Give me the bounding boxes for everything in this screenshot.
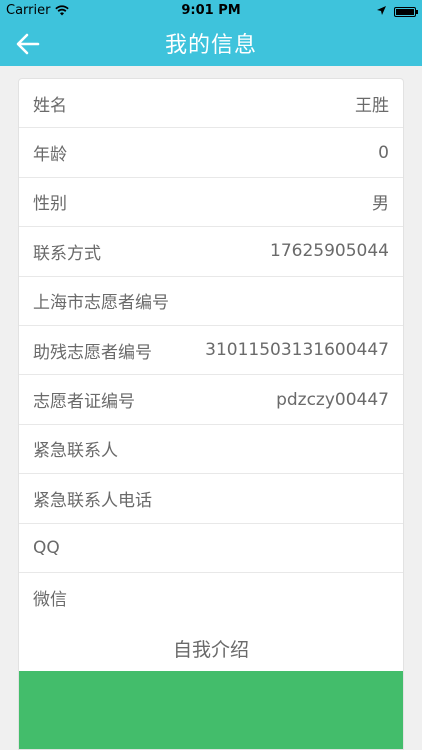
status-right [377,4,418,19]
row-value: 17625905044 [270,241,389,262]
row-label: 上海市志愿者编号 [33,293,169,314]
nav-bar: 我的信息 [0,22,422,66]
row-label: 紧急联系人 [33,441,118,462]
info-row-name[interactable]: 姓名 王胜 [19,79,403,129]
row-label: 微信 [33,590,67,611]
info-row-volunteer-card-id[interactable]: 志愿者证编号 pdzczy00447 [19,375,403,425]
info-row-age[interactable]: 年龄 0 [19,128,403,178]
row-value: 31011503131600447 [205,340,389,361]
info-row-gender[interactable]: 性别 男 [19,178,403,228]
info-row-qq[interactable]: QQ [19,524,403,573]
row-label: 助残志愿者编号 [33,342,152,363]
info-row-phone[interactable]: 联系方式 17625905044 [19,227,403,277]
row-label: 紧急联系人电话 [33,490,152,511]
location-arrow-icon [377,4,386,19]
info-row-emergency-contact[interactable]: 紧急联系人 [19,425,403,475]
self-intro-panel[interactable] [19,671,403,749]
info-row-shanghai-volunteer-id[interactable]: 上海市志愿者编号 [19,277,403,326]
info-row-disability-volunteer-id[interactable]: 助残志愿者编号 31011503131600447 [19,326,403,376]
row-value: 王胜 [355,95,389,116]
top-bar: Carrier 9:01 PM 我的信息 [0,0,422,66]
row-label: QQ [33,537,60,558]
row-value: 男 [372,194,389,215]
row-label: 年龄 [33,145,67,166]
status-time: 9:01 PM [181,3,241,18]
row-label: 姓名 [33,95,67,116]
info-row-emergency-phone[interactable]: 紧急联系人电话 [19,474,403,524]
self-intro-heading: 自我介绍 [172,639,249,661]
row-value: 0 [378,142,389,163]
row-value: pdzczy00447 [276,389,389,410]
status-bar: Carrier 9:01 PM [0,0,422,22]
row-label: 志愿者证编号 [33,392,135,413]
battery-icon [394,6,418,17]
row-label: 联系方式 [33,243,101,264]
info-row-wechat[interactable]: 微信 [19,573,403,622]
info-card: 姓名 王胜 年龄 0 性别 男 联系方式 17625905044 上海市志愿者编… [18,78,404,750]
row-label: 性别 [33,194,67,215]
page-title: 我的信息 [164,33,257,58]
